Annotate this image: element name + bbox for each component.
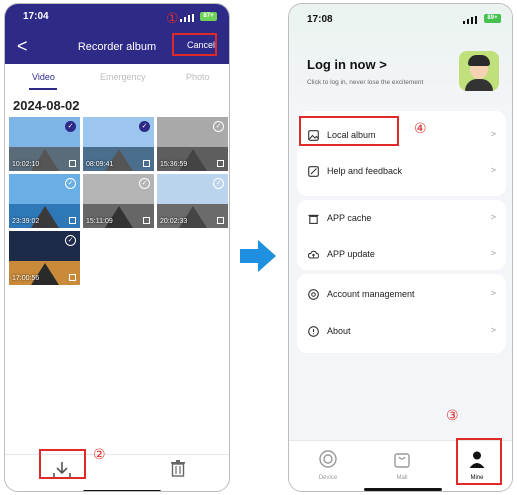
menu-item-label: Help and feedback [327, 166, 403, 176]
cancel-highlight-box [172, 33, 217, 56]
video-duration: 15:36:59 [160, 161, 188, 168]
menu-item-app-update[interactable]: APP update > [297, 240, 506, 270]
expand-icon [217, 160, 224, 167]
active-tab-indicator [29, 88, 57, 90]
chevron-right-icon: > [490, 212, 496, 222]
home-indicator [83, 490, 161, 491]
status-time: 17:04 [23, 11, 49, 22]
mine-highlight-box [456, 438, 502, 485]
check-icon[interactable]: ✓ [213, 178, 224, 189]
expand-icon [143, 160, 150, 167]
info-icon [308, 326, 319, 337]
menu-item-account-management[interactable]: Account management > [297, 280, 506, 310]
chevron-right-icon: > [490, 325, 496, 335]
video-duration: 20:02:33 [160, 218, 188, 225]
tab-emergency[interactable]: Emergency [100, 72, 146, 82]
check-icon[interactable]: ✓ [65, 121, 76, 132]
step-1-marker: ① [166, 11, 179, 27]
menu-item-app-cache[interactable]: APP cache > [297, 204, 506, 234]
menu-item-label: About [327, 326, 351, 336]
chevron-right-icon: > [490, 248, 496, 258]
expand-icon [143, 217, 150, 224]
check-icon[interactable]: ✓ [65, 235, 76, 246]
instruction-figure: 17:04 87+ < Recorder album Cancel Video … [0, 0, 517, 495]
battery-icon: 89+ [484, 14, 501, 23]
expand-icon [69, 217, 76, 224]
video-duration: 10:02:10 [12, 161, 40, 168]
menu-item-label: Account management [327, 289, 415, 299]
step-3-marker: ③ [446, 408, 459, 424]
mine-screen: 17:08 89+ Log in now > Click to log in, … [288, 3, 513, 492]
home-indicator [364, 488, 442, 491]
signal-icon [180, 14, 194, 22]
video-duration: 15:11:09 [86, 218, 113, 225]
chevron-right-icon: > [490, 288, 496, 298]
arrow-head [258, 240, 276, 272]
login-link[interactable]: Log in now > [307, 57, 387, 72]
tab-photo[interactable]: Photo [186, 72, 210, 82]
cloud-upload-icon [308, 250, 319, 259]
account-icon [308, 289, 319, 300]
date-heading: 2024-08-02 [13, 98, 80, 113]
expand-icon [69, 160, 76, 167]
tab-video[interactable]: Video [32, 72, 55, 82]
step-2-marker: ② [93, 447, 106, 463]
device-icon [319, 450, 337, 468]
tab-label: Device [318, 475, 338, 481]
video-thumbnail[interactable]: ✓ 08:09:41 [83, 117, 154, 171]
video-thumbnail[interactable]: ✓ 17:00:56 [9, 231, 80, 285]
step-4-marker: ④ [414, 121, 427, 137]
status-bar: 17:04 87+ [5, 4, 229, 30]
expand-icon [69, 274, 76, 281]
expand-icon [217, 217, 224, 224]
trash-icon [308, 214, 319, 224]
video-thumbnail[interactable]: ✓ 10:02:10 [9, 117, 80, 171]
video-thumbnail[interactable]: ✓ 15:11:09 [83, 174, 154, 228]
tab-mall[interactable]: Mall [377, 445, 427, 481]
download-highlight-box [39, 449, 86, 479]
menu-card: APP cache > APP update > [297, 200, 506, 270]
status-time: 17:08 [307, 14, 333, 25]
check-icon[interactable]: ✓ [139, 121, 150, 132]
local-album-highlight-box [299, 116, 399, 146]
menu-item-about[interactable]: About > [297, 317, 506, 347]
avatar[interactable] [459, 51, 499, 91]
trash-icon[interactable] [170, 459, 186, 477]
video-duration: 08:09:41 [86, 161, 114, 168]
video-thumbnail[interactable]: ✓ 15:36:59 [157, 117, 228, 171]
video-duration: 17:00:56 [12, 275, 40, 282]
check-icon[interactable]: ✓ [139, 178, 150, 189]
menu-item-label: APP cache [327, 213, 372, 223]
video-thumbnail[interactable]: ✓ 20:02:33 [157, 174, 228, 228]
recorder-album-screen: 17:04 87+ < Recorder album Cancel Video … [4, 3, 230, 492]
chevron-right-icon: > [490, 165, 496, 175]
bag-icon [394, 453, 410, 468]
battery-icon: 87+ [200, 12, 217, 21]
check-icon[interactable]: ✓ [65, 178, 76, 189]
check-icon[interactable]: ✓ [213, 121, 224, 132]
chevron-right-icon: > [490, 129, 496, 139]
menu-item-help-feedback[interactable]: Help and feedback > [297, 157, 506, 187]
video-duration: 23:39:02 [12, 218, 40, 225]
menu-item-label: APP update [327, 249, 375, 259]
tab-device[interactable]: Device [303, 445, 353, 481]
tab-label: Mall [396, 475, 408, 481]
arrow-right-icon [240, 249, 260, 263]
login-subtitle: Click to log in, never lose the exciteme… [307, 79, 424, 86]
menu-card: Account management > About > [297, 274, 506, 353]
signal-icon [463, 16, 477, 24]
video-thumbnail[interactable]: ✓ 23:39:02 [9, 174, 80, 228]
edit-icon [308, 166, 319, 177]
